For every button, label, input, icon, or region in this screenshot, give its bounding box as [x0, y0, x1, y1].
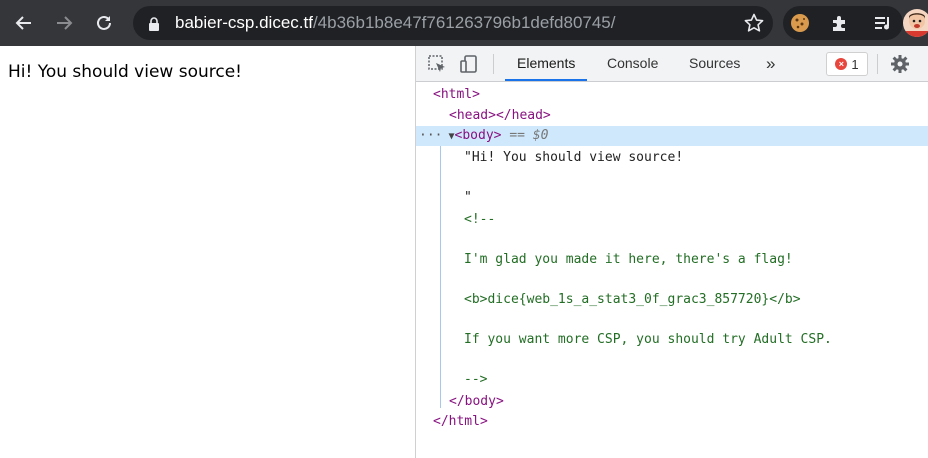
comment-line2-flag[interactable]: <b>dice{web_1s_a_stat3_0f_grac3_857720}<…	[464, 290, 801, 310]
selected-node-marker: == $0	[509, 128, 549, 143]
devtools-tabbar: Elements Console Sources » × 1	[416, 46, 928, 82]
forward-arrow-icon[interactable]	[48, 7, 80, 39]
body-open-tag: <body>	[454, 128, 502, 143]
comment-open[interactable]: <!--	[464, 210, 495, 230]
cookie-extension-icon[interactable]	[788, 11, 812, 35]
tabbar-separator	[493, 54, 494, 74]
media-queue-icon[interactable]	[871, 11, 895, 35]
head-tag: <head></head>	[449, 108, 551, 123]
node-actions-ellipsis-icon[interactable]: ···	[419, 128, 442, 143]
comment-close[interactable]: -->	[464, 370, 487, 390]
body-close-tag: </body>	[449, 394, 504, 409]
profile-avatar[interactable]	[903, 9, 928, 37]
bookmark-star-icon[interactable]	[743, 12, 765, 34]
inspect-element-icon[interactable]	[426, 53, 448, 75]
tab-sources[interactable]: Sources	[689, 46, 740, 81]
tab-console[interactable]: Console	[607, 46, 658, 81]
back-arrow-icon[interactable]	[8, 7, 40, 39]
url-text: babier-csp.dicec.tf/4b36b1b8e47f76126379…	[175, 13, 615, 33]
error-count: 1	[851, 56, 859, 72]
error-x-icon: ×	[835, 58, 848, 70]
address-bar[interactable]: babier-csp.dicec.tf/4b36b1b8e47f76126379…	[133, 6, 773, 40]
reload-icon[interactable]	[88, 7, 120, 39]
url-host: babier-csp.dicec.tf	[175, 13, 313, 32]
text-node-line2[interactable]: "	[464, 188, 472, 208]
extensions-area	[783, 6, 903, 40]
device-toolbar-icon[interactable]	[458, 53, 480, 75]
browser-toolbar: babier-csp.dicec.tf/4b36b1b8e47f76126379…	[0, 0, 928, 46]
url-path: /4b36b1b8e47f761263796b1defd80745/	[312, 13, 616, 32]
more-tabs-chevron-icon[interactable]: »	[766, 46, 775, 81]
node-html-close[interactable]: </html>	[433, 412, 488, 432]
lock-icon[interactable]	[148, 16, 160, 35]
tab-elements[interactable]: Elements	[504, 46, 588, 81]
devtools-panel: Elements Console Sources » × 1 <html> <h…	[415, 46, 928, 458]
error-count-badge[interactable]: × 1	[826, 52, 868, 76]
html-open-tag: <html>	[433, 87, 480, 102]
comment-line3[interactable]: If you want more CSP, you should try Adu…	[464, 330, 832, 350]
node-body-close[interactable]: </body>	[449, 392, 504, 412]
settings-gear-icon[interactable]	[889, 53, 911, 75]
comment-line1[interactable]: I'm glad you made it here, there's a fla…	[464, 250, 793, 270]
page-body-text: Hi! You should view source!	[8, 62, 242, 82]
node-head[interactable]: <head></head>	[449, 106, 551, 126]
expand-triangle-icon[interactable]: ▼	[442, 131, 455, 142]
text-node-line1[interactable]: "Hi! You should view source!	[464, 148, 683, 168]
extensions-puzzle-icon[interactable]	[828, 11, 852, 35]
body-children-guide	[440, 146, 441, 408]
tabbar-separator-right	[877, 54, 878, 74]
node-body-open[interactable]: ··· ▼<body> == $0	[419, 126, 548, 146]
node-html-open[interactable]: <html>	[433, 85, 480, 105]
html-close-tag: </html>	[433, 414, 488, 429]
